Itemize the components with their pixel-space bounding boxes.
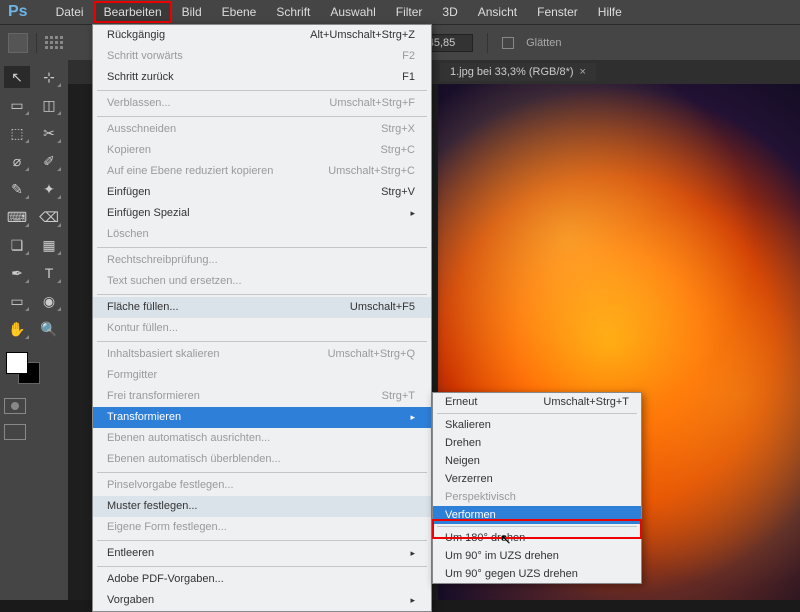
edit-item-einf-gen[interactable]: EinfügenStrg+V xyxy=(93,182,431,203)
smooth-label: Glätten xyxy=(526,37,561,49)
menu-schrift[interactable]: Schrift xyxy=(266,1,320,23)
eyedropper-tool[interactable]: ⌀ xyxy=(4,150,30,172)
menu-hilfe[interactable]: Hilfe xyxy=(588,1,632,23)
edit-item-rechtschreibpr-fung-: Rechtschreibprüfung... xyxy=(93,250,431,271)
blur-tool[interactable]: ▦ xyxy=(36,234,62,256)
transform-item-um-gegen-uzs-drehen[interactable]: Um 90° gegen UZS drehen xyxy=(433,565,641,583)
edit-item-l-schen: Löschen xyxy=(93,224,431,245)
menu-bearbeiten[interactable]: Bearbeiten xyxy=(94,1,172,23)
edit-item-ebenen-automatisch-ausrichten-: Ebenen automatisch ausrichten... xyxy=(93,428,431,449)
transform-item-perspektivisch[interactable]: Perspektivisch xyxy=(433,488,641,506)
transform-item-um-im-uzs-drehen[interactable]: Um 90° im UZS drehen xyxy=(433,547,641,565)
document-tab[interactable]: 1.jpg bei 33,3% (RGB/8*) × xyxy=(440,63,596,81)
edit-item-r-ckg-ngig[interactable]: RückgängigAlt+Umschalt+Strg+Z xyxy=(93,25,431,46)
transform-item-neigen[interactable]: Neigen xyxy=(433,452,641,470)
edit-item-schritt-zur-ck[interactable]: Schritt zurückF1 xyxy=(93,67,431,88)
menu-ebene[interactable]: Ebene xyxy=(212,1,267,23)
divider xyxy=(36,33,37,53)
edit-item-transformieren[interactable]: Transformieren▸ xyxy=(93,407,431,428)
close-icon[interactable]: × xyxy=(580,66,586,78)
healing-tool[interactable]: ✐ xyxy=(36,150,62,172)
shape-tool[interactable]: ◉ xyxy=(36,290,62,312)
brush-tool[interactable]: ✎ xyxy=(4,178,30,200)
menu-filter[interactable]: Filter xyxy=(386,1,433,23)
smooth-checkbox[interactable] xyxy=(502,37,514,49)
transform-item-verzerren[interactable]: Verzerren xyxy=(433,470,641,488)
ps-logo: Ps xyxy=(8,3,28,21)
edit-item-kontur-f-llen-: Kontur füllen... xyxy=(93,318,431,339)
path-tool[interactable]: ▭ xyxy=(4,290,30,312)
menu-fenster[interactable]: Fenster xyxy=(527,1,588,23)
edit-item-inhaltsbasiert-skalieren: Inhaltsbasiert skalierenUmschalt+Strg+Q xyxy=(93,344,431,365)
edit-item-pinselvorgabe-festlegen-: Pinselvorgabe festlegen... xyxy=(93,475,431,496)
edit-item-eigene-form-festlegen-: Eigene Form festlegen... xyxy=(93,517,431,538)
edit-item-muster-festlegen-[interactable]: Muster festlegen... xyxy=(93,496,431,517)
stamp-tool[interactable]: ✦ xyxy=(36,178,62,200)
eraser-tool[interactable]: ⌫ xyxy=(36,206,62,228)
gradient-tool[interactable]: ❏ xyxy=(4,234,30,256)
edit-item-formgitter: Formgitter xyxy=(93,365,431,386)
artboard-tool[interactable]: ⊹ xyxy=(36,66,62,88)
divider xyxy=(487,33,488,53)
edit-item-schritt-vorw-rts: Schritt vorwärtsF2 xyxy=(93,46,431,67)
edit-item-kopieren: KopierenStrg+C xyxy=(93,140,431,161)
move-tool[interactable]: ↖ xyxy=(4,66,30,88)
edit-item-frei-transformieren: Frei transformierenStrg+T xyxy=(93,386,431,407)
edit-item-adobe-pdf-vorgaben-[interactable]: Adobe PDF-Vorgaben... xyxy=(93,569,431,590)
menu-datei[interactable]: Datei xyxy=(46,1,94,23)
slice-tool[interactable]: ✂ xyxy=(36,122,62,144)
edit-item-vorgaben[interactable]: Vorgaben▸ xyxy=(93,590,431,611)
edit-item-ausschneiden: AusschneidenStrg+X xyxy=(93,119,431,140)
edit-item-einf-gen-spezial[interactable]: Einfügen Spezial▸ xyxy=(93,203,431,224)
edit-item-fl-che-f-llen-[interactable]: Fläche füllen...Umschalt+F5 xyxy=(93,297,431,318)
screenmode-icon[interactable] xyxy=(4,424,26,440)
tab-title: 1.jpg bei 33,3% (RGB/8*) xyxy=(450,66,574,78)
hand-tool[interactable]: ✋ xyxy=(4,318,30,340)
tools-panel: ↖ ⊹ ▭ ◫ ⬚ ✂ ⌀ ✐ ✎ ✦ ⌨ ⌫ ❏ ▦ ✒ T ▭ ◉ ✋ 🔍 xyxy=(0,60,68,600)
transform-item-verformen[interactable]: Verformen xyxy=(433,506,641,524)
zoom-tool[interactable]: 🔍 xyxy=(36,318,62,340)
type-tool[interactable]: T xyxy=(36,262,62,284)
edit-item-auf-eine-ebene-reduziert-kopieren: Auf eine Ebene reduziert kopierenUmschal… xyxy=(93,161,431,182)
menu-bild[interactable]: Bild xyxy=(172,1,212,23)
edit-item-entleeren[interactable]: Entleeren▸ xyxy=(93,543,431,564)
foreground-swatch[interactable] xyxy=(6,352,28,374)
tool-preset-icon[interactable] xyxy=(8,33,28,53)
history-brush-tool[interactable]: ⌨ xyxy=(4,206,30,228)
menubar: Ps Datei Bearbeiten Bild Ebene Schrift A… xyxy=(0,0,800,24)
marquee-tool[interactable]: ▭ xyxy=(4,94,30,116)
lasso-tool[interactable]: ◫ xyxy=(36,94,62,116)
edit-item-text-suchen-und-ersetzen-: Text suchen und ersetzen... xyxy=(93,271,431,292)
edit-dropdown: RückgängigAlt+Umschalt+Strg+ZSchritt vor… xyxy=(92,24,432,612)
menu-3d[interactable]: 3D xyxy=(432,1,467,23)
quickmask-icon[interactable] xyxy=(4,398,26,414)
transform-item-skalieren[interactable]: Skalieren xyxy=(433,416,641,434)
transform-item-drehen[interactable]: Drehen xyxy=(433,434,641,452)
transform-submenu: ErneutUmschalt+Strg+T SkalierenDrehenNeig… xyxy=(432,392,642,584)
edit-item-ebenen-automatisch-berblenden-: Ebenen automatisch überblenden... xyxy=(93,449,431,470)
transform-item-erneut[interactable]: ErneutUmschalt+Strg+T xyxy=(433,393,641,411)
transform-item-um-drehen[interactable]: Um 180° drehen xyxy=(433,529,641,547)
menu-auswahl[interactable]: Auswahl xyxy=(320,1,385,23)
menu-ansicht[interactable]: Ansicht xyxy=(468,1,527,23)
reference-point-icon[interactable] xyxy=(45,36,63,49)
color-swatches[interactable] xyxy=(4,350,62,384)
crop-tool[interactable]: ⬚ xyxy=(4,122,30,144)
edit-item-verblassen-: Verblassen...Umschalt+Strg+F xyxy=(93,93,431,114)
pen-tool[interactable]: ✒ xyxy=(4,262,30,284)
